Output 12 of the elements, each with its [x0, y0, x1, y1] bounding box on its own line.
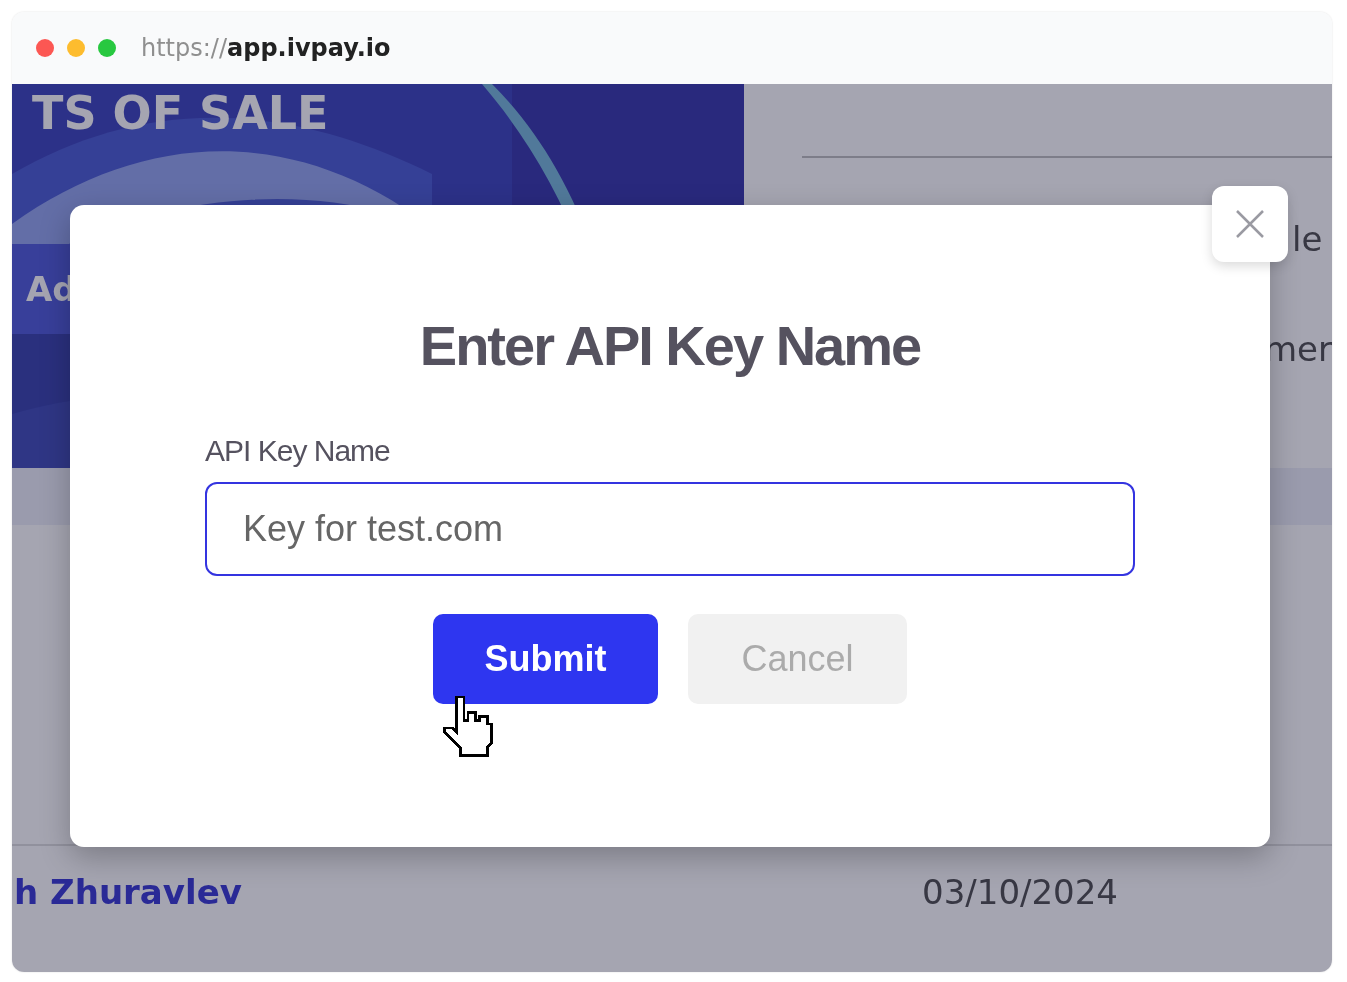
api-key-name-input[interactable]: Key for test.com [205, 482, 1135, 576]
url-text[interactable]: https://app.ivpay.io [141, 34, 391, 62]
close-icon [1235, 209, 1265, 239]
banner-heading: TS OF SALE [31, 85, 330, 140]
window-controls-icon [35, 38, 119, 58]
submit-button[interactable]: Submit [433, 614, 658, 704]
close-button[interactable] [1212, 186, 1288, 262]
customer-name-link[interactable]: h Zhuravlev [14, 872, 242, 912]
field-label: API Key Name [205, 434, 391, 468]
date-text: 03/10/2024 [922, 872, 1118, 912]
side-text: le [1292, 219, 1323, 259]
dialog-title: Enter API Key Name [419, 313, 921, 378]
